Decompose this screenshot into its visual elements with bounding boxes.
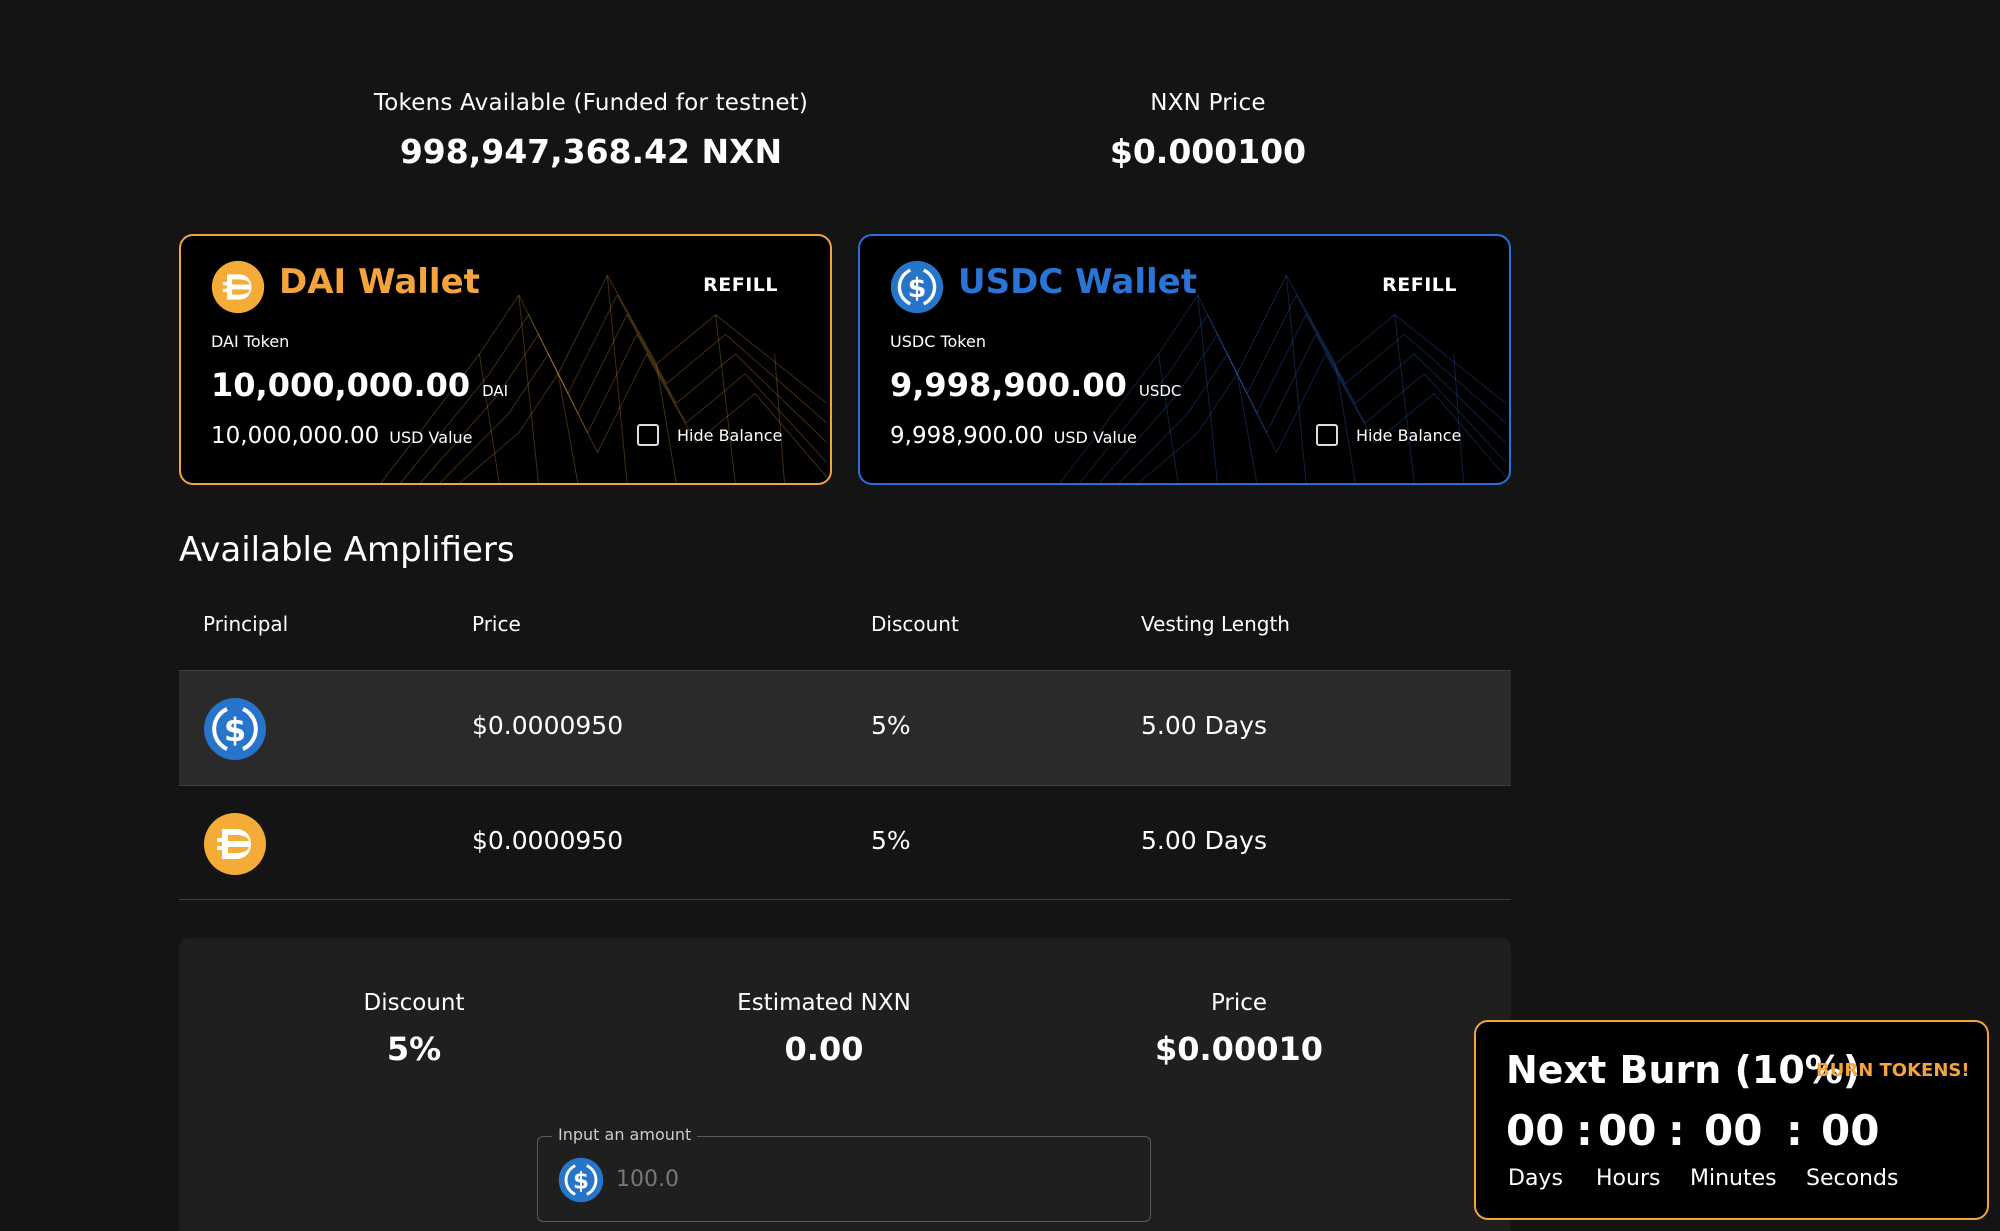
dai-balance: 10,000,000.00 DAI — [211, 366, 508, 404]
usdc-balance-unit: USDC — [1138, 382, 1182, 400]
next-burn-title: Next Burn (10%) — [1506, 1048, 1861, 1092]
purchase-price: Price $0.00010 — [1119, 990, 1359, 1068]
next-burn-widget: Next Burn (10%) BURN TOKENS! 00 : 00 : 0… — [1474, 1020, 1989, 1220]
purchase-discount-label: Discount — [363, 990, 465, 1016]
purchase-estimated: Estimated NXN 0.00 — [699, 990, 949, 1068]
dai-hide-balance-checkbox[interactable] — [637, 424, 659, 446]
tokens-available-label: Tokens Available (Funded for testnet) — [373, 90, 809, 116]
row-discount: 5% — [871, 711, 911, 740]
purchase-price-value: $0.00010 — [1154, 1030, 1323, 1068]
usdc-token-label: USDC Token — [890, 332, 986, 351]
table-row[interactable]: $0.0000950 5% 5.00 Days — [179, 786, 1511, 900]
amount-field-legend: Input an amount — [552, 1125, 698, 1144]
usdc-icon — [203, 697, 267, 761]
column-header-discount: Discount — [871, 612, 959, 636]
usdc-icon — [558, 1157, 604, 1203]
dai-hide-balance-toggle[interactable]: Hide Balance — [637, 424, 782, 446]
dai-token-label: DAI Token — [211, 332, 290, 351]
countdown-days: 00 — [1506, 1106, 1565, 1155]
usdc-usd-value: 9,998,900.00 USD Value — [890, 423, 1137, 449]
dai-wallet-title: DAI Wallet — [279, 262, 480, 302]
usdc-refill-button[interactable]: REFILL — [1382, 274, 1457, 296]
usdc-usd-amount: 9,998,900.00 — [890, 423, 1044, 449]
dai-balance-value: 10,000,000.00 — [211, 366, 471, 404]
amount-input[interactable] — [616, 1159, 1116, 1199]
purchase-discount-value: 5% — [386, 1030, 442, 1068]
dai-balance-unit: DAI — [482, 382, 509, 400]
countdown-seconds: 00 — [1821, 1106, 1880, 1155]
purchase-estimated-label: Estimated NXN — [737, 990, 911, 1016]
nxn-price-stat: NXN Price $0.000100 — [1058, 90, 1358, 171]
dai-usd-label: USD Value — [389, 428, 473, 447]
countdown-separator: : — [1668, 1106, 1685, 1155]
column-header-vesting: Vesting Length — [1141, 612, 1290, 636]
amplifiers-title: Available Amplifiers — [179, 530, 515, 570]
dai-refill-button[interactable]: REFILL — [703, 274, 778, 296]
countdown-seconds-label: Seconds — [1806, 1166, 1899, 1191]
column-header-price: Price — [472, 612, 521, 636]
row-vesting: 5.00 Days — [1141, 711, 1268, 740]
table-divider — [179, 899, 1511, 900]
usdc-icon — [890, 260, 944, 314]
countdown-days-label: Days — [1508, 1166, 1563, 1191]
usdc-hide-balance-label: Hide Balance — [1356, 425, 1462, 445]
countdown-hours: 00 — [1598, 1106, 1657, 1155]
countdown-separator: : — [1786, 1106, 1803, 1155]
countdown-minutes: 00 — [1704, 1106, 1763, 1155]
dai-usd-value: 10,000,000.00 USD Value — [211, 423, 473, 449]
usdc-balance-value: 9,998,900.00 — [890, 366, 1127, 404]
dai-icon — [203, 812, 267, 876]
table-row[interactable]: $0.0000950 5% 5.00 Days — [179, 671, 1511, 785]
nxn-price-label: NXN Price — [1150, 90, 1266, 116]
row-vesting: 5.00 Days — [1141, 826, 1268, 855]
dai-icon — [211, 260, 265, 314]
purchase-price-label: Price — [1210, 990, 1268, 1016]
usdc-hide-balance-toggle[interactable]: Hide Balance — [1316, 424, 1461, 446]
purchase-discount: Discount 5% — [299, 990, 529, 1068]
burn-tokens-button[interactable]: BURN TOKENS! — [1816, 1060, 1970, 1081]
tokens-available-value: 998,947,368.42 NXN — [399, 132, 783, 171]
row-price: $0.0000950 — [472, 711, 624, 740]
usdc-hide-balance-checkbox[interactable] — [1316, 424, 1338, 446]
dai-hide-balance-label: Hide Balance — [677, 425, 783, 445]
usdc-wallet-card: USDC Wallet REFILL USDC Token 9,998,900.… — [858, 234, 1511, 485]
countdown-separator: : — [1576, 1106, 1593, 1155]
usdc-balance: 9,998,900.00 USDC — [890, 366, 1181, 404]
tokens-available-stat: Tokens Available (Funded for testnet) 99… — [350, 90, 832, 171]
purchase-panel: Discount 5% Estimated NXN 0.00 Price $0.… — [179, 938, 1511, 1231]
row-discount: 5% — [871, 826, 911, 855]
dai-usd-amount: 10,000,000.00 — [211, 423, 380, 449]
amount-field[interactable]: Input an amount — [537, 1125, 1151, 1222]
column-header-principal: Principal — [203, 612, 289, 636]
usdc-wallet-title: USDC Wallet — [958, 262, 1197, 302]
dai-wallet-card: DAI Wallet REFILL DAI Token 10,000,000.0… — [179, 234, 832, 485]
row-price: $0.0000950 — [472, 826, 624, 855]
nxn-price-value: $0.000100 — [1109, 132, 1307, 171]
purchase-estimated-value: 0.00 — [784, 1030, 864, 1068]
countdown-hours-label: Hours — [1596, 1166, 1661, 1191]
usdc-usd-label: USD Value — [1053, 428, 1137, 447]
countdown-minutes-label: Minutes — [1690, 1166, 1777, 1191]
